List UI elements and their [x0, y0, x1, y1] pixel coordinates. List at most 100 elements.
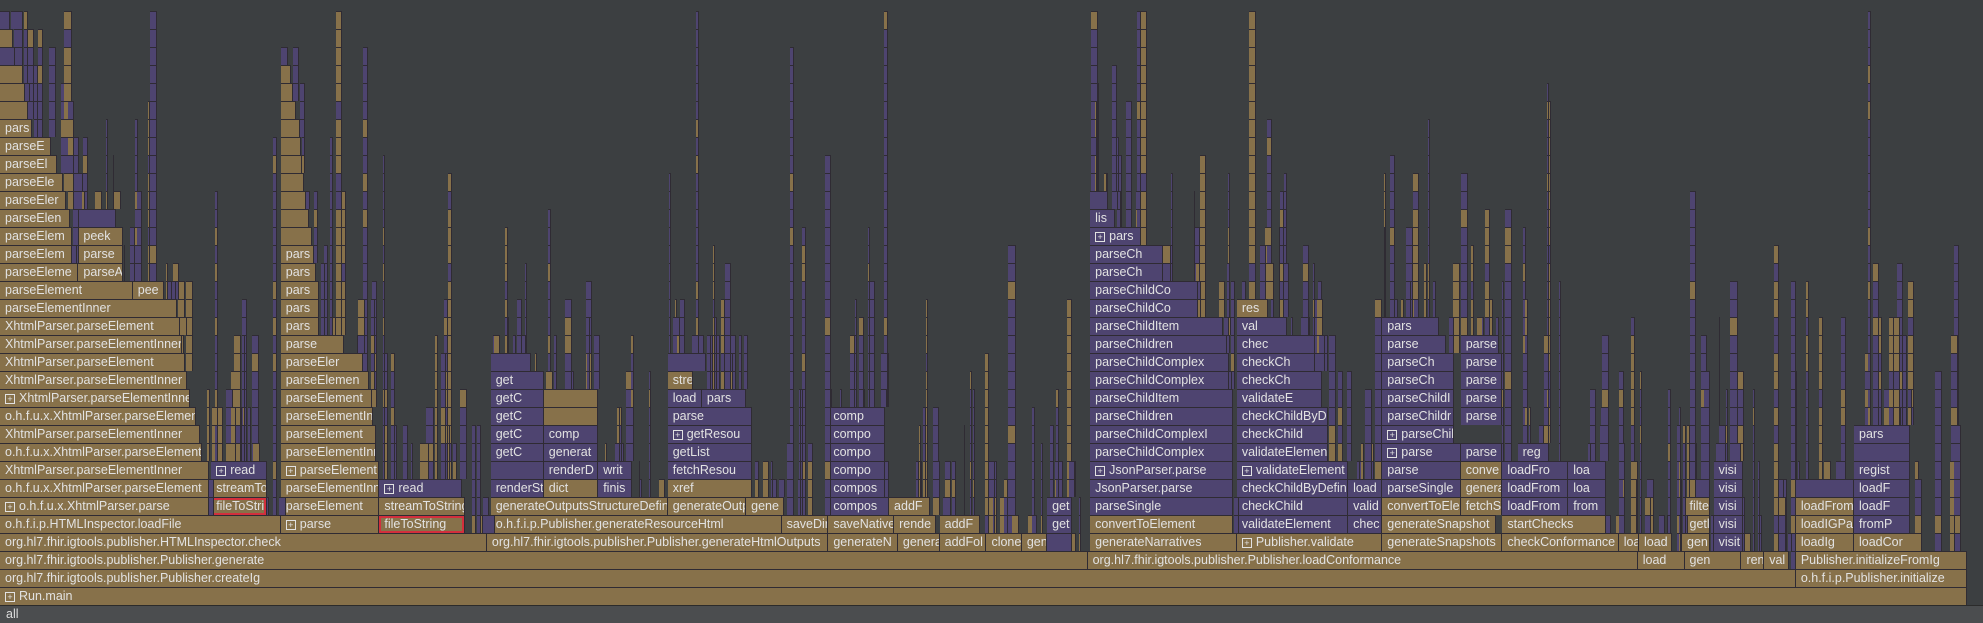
flame-frame[interactable]	[214, 371, 218, 389]
flame-frame[interactable]	[1364, 407, 1373, 425]
flame-frame[interactable]	[790, 245, 795, 263]
flame-frame[interactable]	[1908, 299, 1915, 317]
flame-frame[interactable]	[34, 65, 39, 83]
flame-frame[interactable]	[435, 425, 438, 443]
flame-frame[interactable]: +parseChild	[1382, 425, 1455, 443]
flame-frame[interactable]	[800, 461, 804, 479]
flame-frame[interactable]: parseA	[78, 263, 123, 281]
flame-frame[interactable]	[713, 353, 715, 371]
flame-frame[interactable]	[1200, 155, 1207, 173]
flame-frame[interactable]	[241, 317, 247, 335]
flame-frame[interactable]	[884, 47, 889, 65]
flame-frame[interactable]	[1504, 407, 1513, 425]
flame-frame[interactable]	[383, 281, 385, 299]
flame-frame[interactable]	[1119, 191, 1122, 209]
flame-frame[interactable]	[524, 281, 528, 299]
flame-frame[interactable]	[1283, 191, 1287, 209]
flame-frame[interactable]	[1718, 335, 1721, 353]
flame-frame[interactable]: parseEl	[0, 155, 57, 173]
flame-frame[interactable]: streamTo	[211, 479, 267, 497]
flame-frame[interactable]	[273, 281, 277, 299]
flame-frame[interactable]	[854, 335, 857, 353]
flame-frame[interactable]: parse	[1460, 335, 1499, 353]
flame-frame[interactable]	[1953, 299, 1959, 317]
flame-frame[interactable]	[1631, 353, 1636, 371]
flame-frame[interactable]	[695, 209, 700, 227]
flame-frame[interactable]	[1007, 317, 1016, 335]
flame-frame[interactable]	[1316, 317, 1323, 335]
flame-frame[interactable]	[1278, 263, 1280, 281]
flame-frame[interactable]	[1374, 371, 1382, 389]
flame-frame[interactable]	[435, 371, 438, 389]
flame-frame[interactable]	[1427, 227, 1431, 245]
flame-frame[interactable]	[1668, 479, 1672, 497]
flame-frame[interactable]: parseCh	[1382, 353, 1455, 371]
flame-frame[interactable]: validateE	[1236, 389, 1322, 407]
flame-frame[interactable]	[1267, 209, 1272, 227]
flame-frame[interactable]	[34, 83, 39, 101]
flame-frame[interactable]	[49, 65, 57, 83]
flame-frame[interactable]	[214, 191, 218, 209]
flame-frame[interactable]	[273, 227, 277, 245]
flame-frame[interactable]	[1867, 65, 1872, 83]
flame-frame[interactable]	[858, 353, 865, 371]
flame-frame[interactable]	[1774, 389, 1779, 407]
flame-frame[interactable]	[383, 371, 385, 389]
flame-frame[interactable]	[1934, 497, 1943, 515]
flame-frame[interactable]	[925, 299, 929, 317]
flame-frame[interactable]	[1104, 173, 1107, 191]
flame-frame[interactable]	[1951, 371, 1958, 389]
flame-frame[interactable]	[1389, 191, 1395, 209]
flame-frame[interactable]	[631, 389, 635, 407]
flame-frame[interactable]	[1760, 515, 1763, 533]
flame-frame[interactable]: load	[1348, 479, 1383, 497]
flame-frame[interactable]	[383, 443, 385, 461]
flame-frame[interactable]	[1841, 425, 1847, 443]
flame-frame[interactable]	[1406, 227, 1413, 245]
flame-frame[interactable]	[1805, 317, 1810, 335]
flame-frame[interactable]	[667, 353, 706, 371]
flame-frame[interactable]	[1504, 281, 1513, 299]
flame-frame[interactable]	[801, 263, 807, 281]
flame-frame[interactable]	[1854, 443, 1910, 461]
flame-frame[interactable]	[858, 371, 865, 389]
flame-frame[interactable]	[839, 389, 842, 407]
flame-frame[interactable]	[302, 155, 305, 173]
flame-frame[interactable]	[447, 299, 452, 317]
flame-frame[interactable]	[1559, 443, 1561, 461]
flame-frame[interactable]	[130, 263, 136, 281]
flame-frame[interactable]	[1867, 389, 1872, 407]
flame-frame[interactable]	[800, 389, 804, 407]
flame-frame[interactable]	[1934, 515, 1943, 533]
flame-frame[interactable]	[27, 29, 35, 47]
flame-frame[interactable]	[1011, 515, 1020, 533]
flame-frame[interactable]	[1427, 245, 1431, 263]
flame-frame[interactable]: parseEle	[0, 173, 64, 191]
flame-frame[interactable]	[1867, 317, 1872, 335]
flame-frame[interactable]	[106, 137, 109, 155]
flame-frame[interactable]	[1953, 263, 1959, 281]
flame-frame[interactable]	[1742, 515, 1746, 533]
flame-frame[interactable]	[1140, 119, 1148, 137]
flame-frame[interactable]	[1249, 263, 1256, 281]
flame-frame[interactable]	[513, 335, 516, 353]
flame-frame[interactable]	[1872, 317, 1880, 335]
flame-frame[interactable]	[16, 11, 24, 29]
flame-frame[interactable]	[884, 317, 889, 335]
flame-frame[interactable]	[1730, 407, 1738, 425]
flame-frame[interactable]: checkCh	[1236, 353, 1316, 371]
flame-frame[interactable]	[273, 209, 277, 227]
flame-frame[interactable]: conve	[1460, 461, 1503, 479]
flame-frame[interactable]: visi	[1713, 497, 1743, 515]
flame-frame[interactable]	[824, 443, 831, 461]
flame-frame[interactable]	[1745, 533, 1752, 551]
flame-frame[interactable]	[1502, 353, 1504, 371]
flame-frame[interactable]	[383, 155, 385, 173]
flame-frame[interactable]	[150, 155, 157, 173]
flame-frame[interactable]: finis	[598, 479, 633, 497]
flame-frame[interactable]	[695, 191, 700, 209]
flame-frame[interactable]	[273, 335, 277, 353]
flame-frame[interactable]	[648, 371, 651, 389]
flame-frame[interactable]	[1140, 101, 1148, 119]
flame-frame[interactable]	[302, 137, 305, 155]
